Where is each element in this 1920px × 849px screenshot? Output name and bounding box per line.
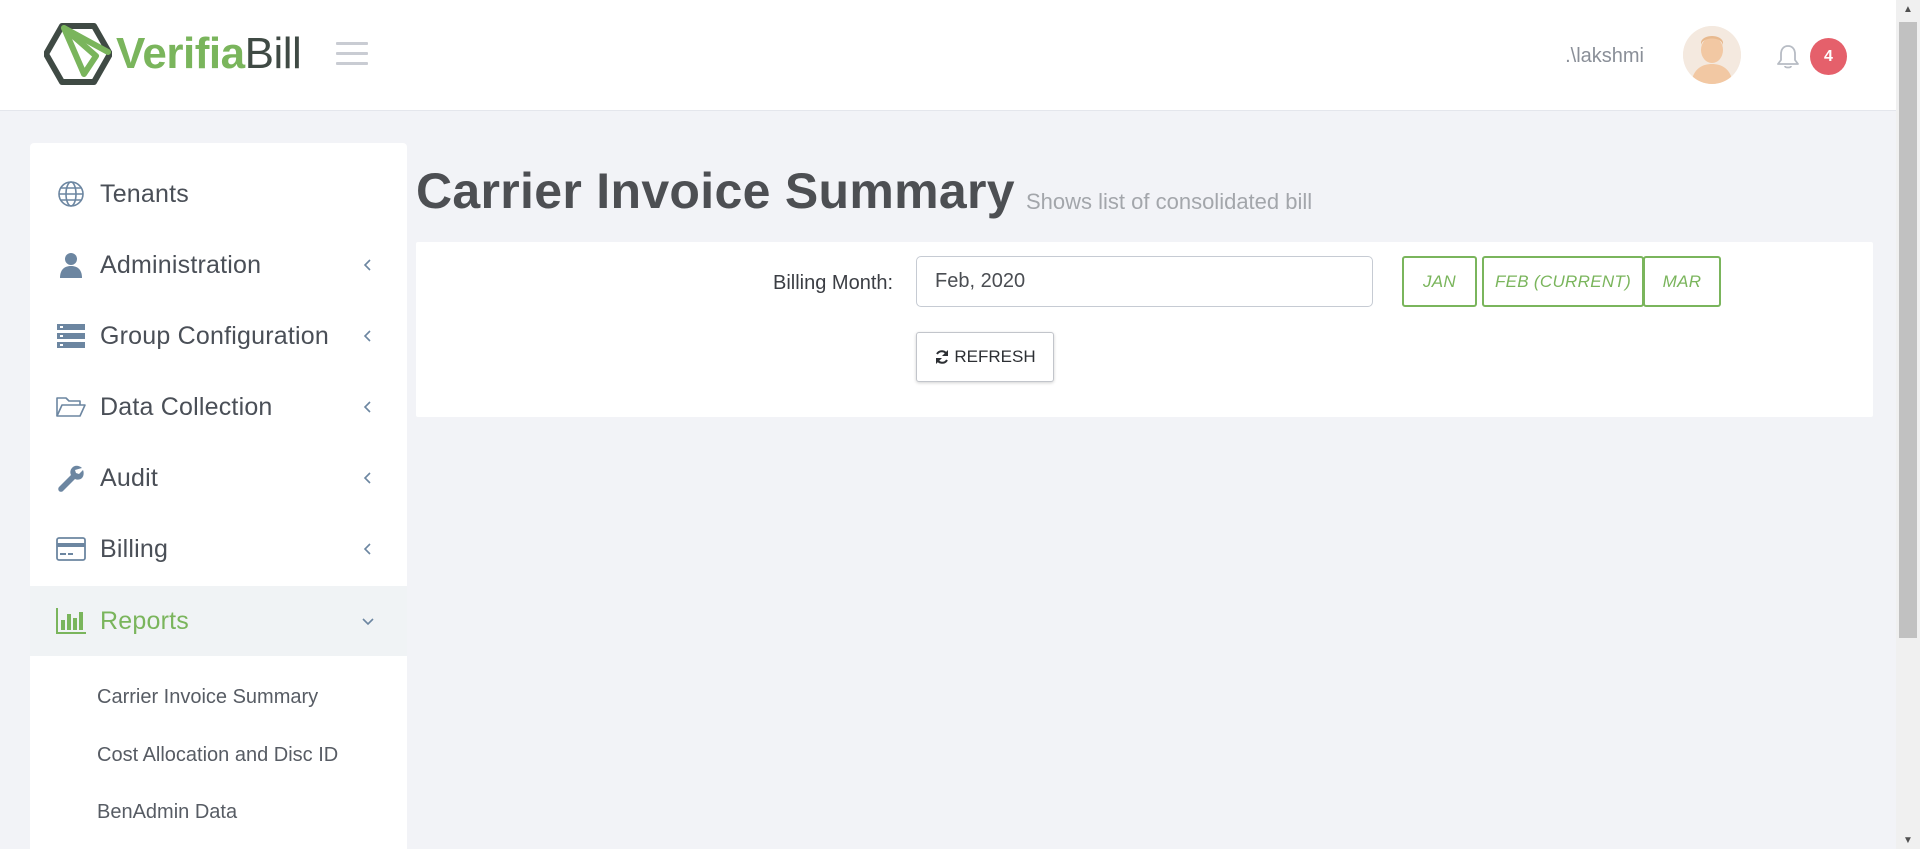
sidebar-item-label: Audit — [100, 463, 158, 492]
user-name[interactable]: .\lakshmi — [1565, 45, 1644, 68]
user-icon — [56, 250, 86, 280]
sidebar-item-billing[interactable]: Billing — [30, 514, 407, 584]
page-scrollbar[interactable]: ▲ ▼ — [1896, 0, 1920, 849]
sidebar-item-label: Administration — [100, 250, 262, 279]
sidebar-item-administration[interactable]: Administration — [30, 230, 407, 300]
sidebar: Tenants Administration Group Configurati… — [30, 143, 407, 849]
sidebar-subitem-carrier-invoice-summary[interactable]: Carrier Invoice Summary — [97, 686, 318, 709]
refresh-icon — [936, 350, 949, 364]
refresh-button[interactable]: REFRESH — [916, 332, 1054, 382]
sidebar-item-label: Billing — [100, 534, 169, 563]
sidebar-item-label: Data Collection — [100, 392, 273, 421]
scroll-thumb[interactable] — [1899, 22, 1917, 638]
sidebar-item-label: Group Configuration — [100, 321, 329, 350]
page-subtitle: Shows list of consolidated bill — [1026, 189, 1313, 214]
top-bar: VerifiaBill .\lakshmi 4 — [0, 0, 1896, 111]
billing-month-label: Billing Month: — [773, 272, 894, 294]
bell-icon[interactable] — [1776, 44, 1800, 70]
app-logo[interactable]: VerifiaBill — [44, 22, 302, 86]
scroll-down-icon[interactable]: ▼ — [1896, 831, 1920, 849]
verifia-logo-icon — [44, 23, 112, 85]
chevron-left-icon — [363, 259, 371, 271]
sidebar-item-label: Reports — [100, 606, 189, 635]
logo-text-bill: Bill — [244, 29, 302, 78]
refresh-button-label: REFRESH — [954, 347, 1036, 366]
wrench-icon — [56, 463, 86, 493]
sidebar-item-group-configuration[interactable]: Group Configuration — [30, 301, 407, 371]
chevron-left-icon — [363, 543, 371, 555]
scroll-up-icon[interactable]: ▲ — [1896, 0, 1920, 18]
chevron-left-icon — [363, 472, 371, 484]
logo-text: VerifiaBill — [116, 29, 302, 79]
user-avatar-icon — [1683, 26, 1741, 84]
chevron-down-icon — [362, 618, 374, 626]
chevron-left-icon — [363, 330, 371, 342]
globe-icon — [56, 179, 86, 209]
logo-text-verifia: Verifia — [116, 29, 245, 78]
notification-badge[interactable]: 4 — [1810, 38, 1847, 75]
sidebar-subitem-benadmin-data[interactable]: BenAdmin Data — [97, 801, 237, 824]
month-button-mar[interactable]: MAR — [1643, 256, 1721, 307]
billing-month-input[interactable] — [916, 256, 1373, 307]
bar-chart-icon — [56, 606, 86, 636]
sidebar-item-data-collection[interactable]: Data Collection — [30, 372, 407, 442]
sidebar-item-reports[interactable]: Reports — [30, 586, 407, 656]
month-button-jan[interactable]: JAN — [1402, 256, 1477, 307]
folder-open-icon — [56, 392, 86, 422]
sidebar-item-audit[interactable]: Audit — [30, 443, 407, 513]
sidebar-subitem-cost-allocation[interactable]: Cost Allocation and Disc ID — [97, 744, 338, 767]
chevron-left-icon — [363, 401, 371, 413]
page-title: Carrier Invoice Summary — [416, 163, 1015, 219]
month-button-feb-current[interactable]: FEB (CURRENT) — [1482, 256, 1644, 307]
sidebar-item-tenants[interactable]: Tenants — [30, 159, 407, 229]
avatar[interactable] — [1683, 26, 1741, 84]
sidebar-item-label: Tenants — [100, 179, 189, 208]
server-icon — [56, 321, 86, 351]
menu-toggle-icon[interactable] — [336, 42, 368, 66]
credit-card-icon — [56, 534, 86, 564]
